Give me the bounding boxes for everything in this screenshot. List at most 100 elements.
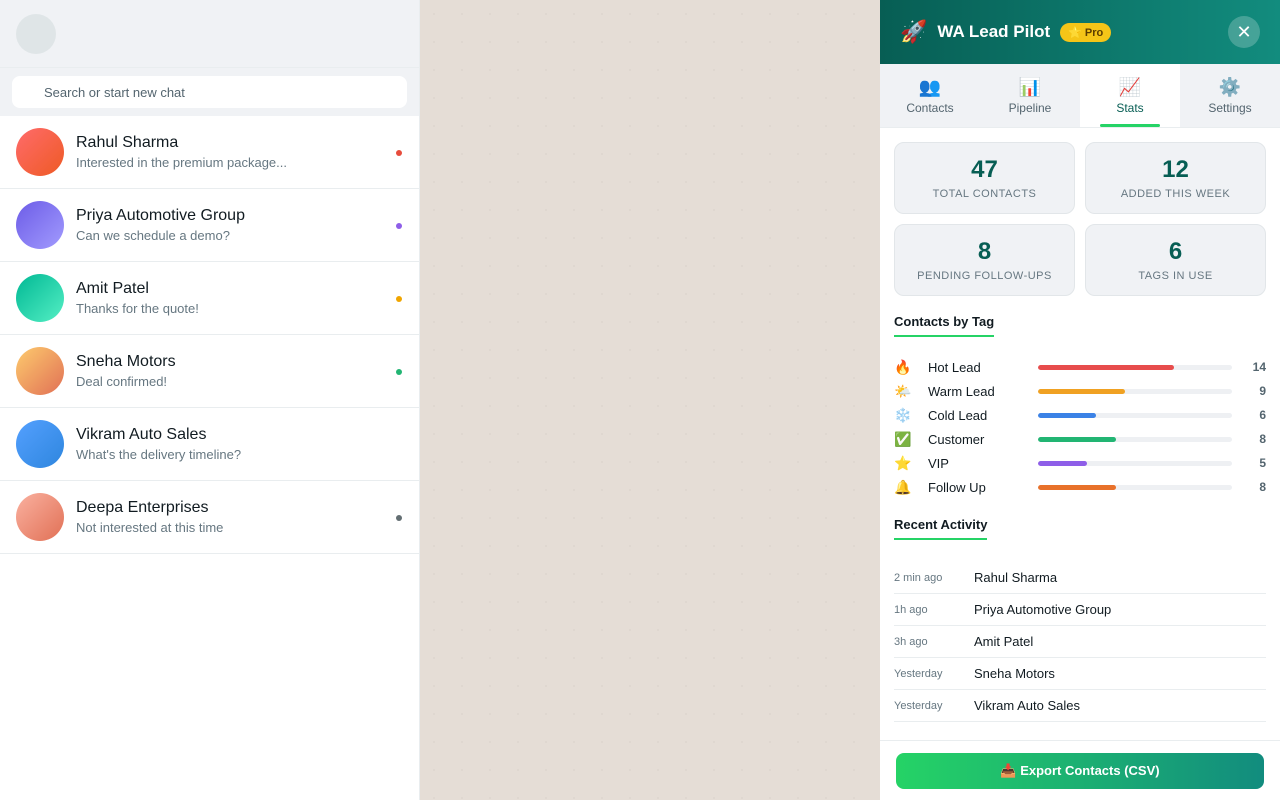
chat-preview: Not interested at this time [76, 519, 224, 535]
activity-time: 1h ago [894, 603, 928, 616]
tag-label: Hot Lead [928, 359, 981, 375]
tag-label: Cold Lead [928, 407, 988, 423]
chat-list-item[interactable]: Sneha Motors Deal confirmed! [0, 335, 419, 408]
chat-list-item[interactable]: Rahul Sharma Interested in the premium pa… [0, 116, 419, 189]
tag-indicator-dot [396, 515, 402, 521]
search-input[interactable] [12, 76, 407, 108]
sun-cloud-icon: 🌤️ [894, 382, 912, 399]
tag-row: ⭐ VIP 5 [894, 451, 1266, 475]
my-avatar[interactable] [16, 13, 56, 54]
stats-view: 47 TOTAL CONTACTS 12 ADDED THIS WEEK 8 PENDIN… [880, 128, 1280, 722]
panel-header: 🚀 WA Lead Pilot ⭐ Pro ✕ [880, 0, 1280, 64]
conversation-background [420, 0, 880, 800]
contacts-icon: 👥 [918, 77, 942, 97]
tab-stats[interactable]: 📈 Stats [1080, 64, 1180, 127]
check-icon: ✅ [894, 430, 912, 447]
tag-label: Warm Lead [928, 383, 995, 399]
stat-card: 8 PENDING FOLLOW-UPS [894, 224, 1075, 296]
chat-name: Deepa Enterprises [76, 498, 209, 516]
activity-row[interactable]: 1h ago Priya Automotive Group [894, 594, 1266, 626]
bar-warm-lead [1038, 388, 1126, 394]
tag-row: 🌤️ Warm Lead 9 [894, 379, 1266, 403]
close-button[interactable]: ✕ [1228, 16, 1260, 48]
tag-label: Customer [928, 431, 985, 447]
activity-row[interactable]: Yesterday Sneha Motors [894, 658, 1266, 690]
lead-pilot-panel: 🚀 WA Lead Pilot ⭐ Pro ✕ 👥 Contacts 📊 Pipeli… [880, 0, 1280, 800]
bar-hot-lead [1038, 364, 1174, 370]
contact-avatar [16, 128, 64, 176]
sidebar-header [0, 0, 419, 68]
bar-vip [1038, 460, 1087, 466]
stat-value: 8 [977, 238, 992, 265]
tag-row: ❄️ Cold Lead 6 [894, 403, 1266, 427]
activity-name: Amit Patel [974, 634, 1034, 649]
chat-list-item[interactable]: Priya Automotive Group Can we schedule a … [0, 189, 419, 262]
snowflake-icon: ❄️ [894, 406, 912, 423]
chat-list-item[interactable]: Amit Patel Thanks for the quote! [0, 262, 419, 335]
tag-indicator-dot [396, 150, 402, 156]
tab-pipeline[interactable]: 📊 Pipeline [980, 64, 1080, 127]
tab-settings[interactable]: ⚙️ Settings [1180, 64, 1280, 127]
tag-count: 9 [1259, 384, 1266, 398]
chat-name: Amit Patel [76, 279, 149, 297]
chat-text: Deepa Enterprises Not interested at this … [76, 498, 403, 537]
chat-text: Rahul Sharma Interested in the premium pa… [76, 133, 403, 172]
tag-count: 5 [1259, 456, 1266, 470]
bar-track [1038, 412, 1232, 418]
activity-row[interactable]: 2 min ago Rahul Sharma [894, 562, 1266, 594]
chat-sidebar: Rahul Sharma Interested in the premium pa… [0, 0, 420, 800]
tags-section-title: Contacts by Tag [894, 314, 995, 337]
bell-icon: 🔔 [894, 478, 912, 495]
chat-text: Vikram Auto Sales What's the delivery tim… [76, 425, 403, 464]
bar-track [1038, 436, 1232, 442]
bar-track [1038, 484, 1232, 490]
activity-row[interactable]: 3h ago Amit Patel [894, 626, 1266, 658]
activity-time: Yesterday [894, 699, 943, 712]
stats-icon: 📈 [1118, 77, 1142, 97]
bar-track [1038, 388, 1232, 394]
activity-name: Rahul Sharma [974, 570, 1058, 585]
tag-row: 🔔 Follow Up 8 [894, 475, 1266, 499]
activity-row[interactable]: Yesterday Vikram Auto Sales [894, 690, 1266, 722]
activity-time: 3h ago [894, 635, 928, 648]
bar-cold-lead [1038, 412, 1097, 418]
tag-label: VIP [928, 455, 949, 471]
stats-grid: 47 TOTAL CONTACTS 12 ADDED THIS WEEK 8 PENDIN… [894, 142, 1266, 296]
stat-label: TOTAL CONTACTS [932, 188, 1037, 200]
tag-indicator-dot [396, 369, 402, 375]
tab-label: Contacts [906, 101, 954, 115]
chat-list-item[interactable]: Deepa Enterprises Not interested at this … [0, 481, 419, 554]
contact-avatar [16, 274, 64, 322]
export-csv-button[interactable]: 📥 Export Contacts (CSV) [896, 753, 1264, 789]
tab-label: Pipeline [1008, 101, 1052, 115]
panel-title: WA Lead Pilot [937, 22, 1051, 41]
stat-card: 6 TAGS IN USE [1085, 224, 1266, 296]
activity-name: Sneha Motors [974, 666, 1055, 681]
bar-track [1038, 364, 1232, 370]
tag-chart: 🔥 Hot Lead 14 🌤️ Warm Lead 9 ❄️ Cold Lead 6 ✅ Cust… [894, 355, 1266, 499]
bar-follow-up [1038, 484, 1116, 490]
stat-value: 12 [1162, 156, 1189, 183]
chat-list-item[interactable]: Vikram Auto Sales What's the delivery tim… [0, 408, 419, 481]
rocket-icon: 🚀 [900, 19, 928, 44]
bar-customer [1038, 436, 1116, 442]
chat-name: Vikram Auto Sales [76, 425, 207, 443]
tab-contacts[interactable]: 👥 Contacts [880, 64, 980, 127]
panel-footer: 📥 Export Contacts (CSV) [880, 740, 1280, 800]
tag-label: Follow Up [928, 479, 986, 495]
chat-name: Priya Automotive Group [76, 206, 245, 224]
activity-name: Priya Automotive Group [974, 602, 1112, 617]
chat-preview: Interested in the premium package... [76, 154, 288, 170]
activity-list: 2 min ago Rahul Sharma 1h ago Priya Automot… [894, 562, 1266, 722]
chat-list: Rahul Sharma Interested in the premium pa… [0, 116, 419, 554]
tag-count: 6 [1259, 408, 1266, 422]
contact-avatar [16, 347, 64, 395]
contact-avatar [16, 420, 64, 468]
chat-preview: What's the delivery timeline? [76, 446, 242, 462]
settings-icon: ⚙️ [1218, 77, 1242, 97]
chat-text: Amit Patel Thanks for the quote! [76, 279, 403, 318]
stat-card: 12 ADDED THIS WEEK [1085, 142, 1266, 214]
tag-count: 8 [1259, 432, 1266, 446]
panel-tabs: 👥 Contacts 📊 Pipeline 📈 Stats ⚙️ Settings [880, 64, 1280, 128]
bar-track [1038, 460, 1232, 466]
